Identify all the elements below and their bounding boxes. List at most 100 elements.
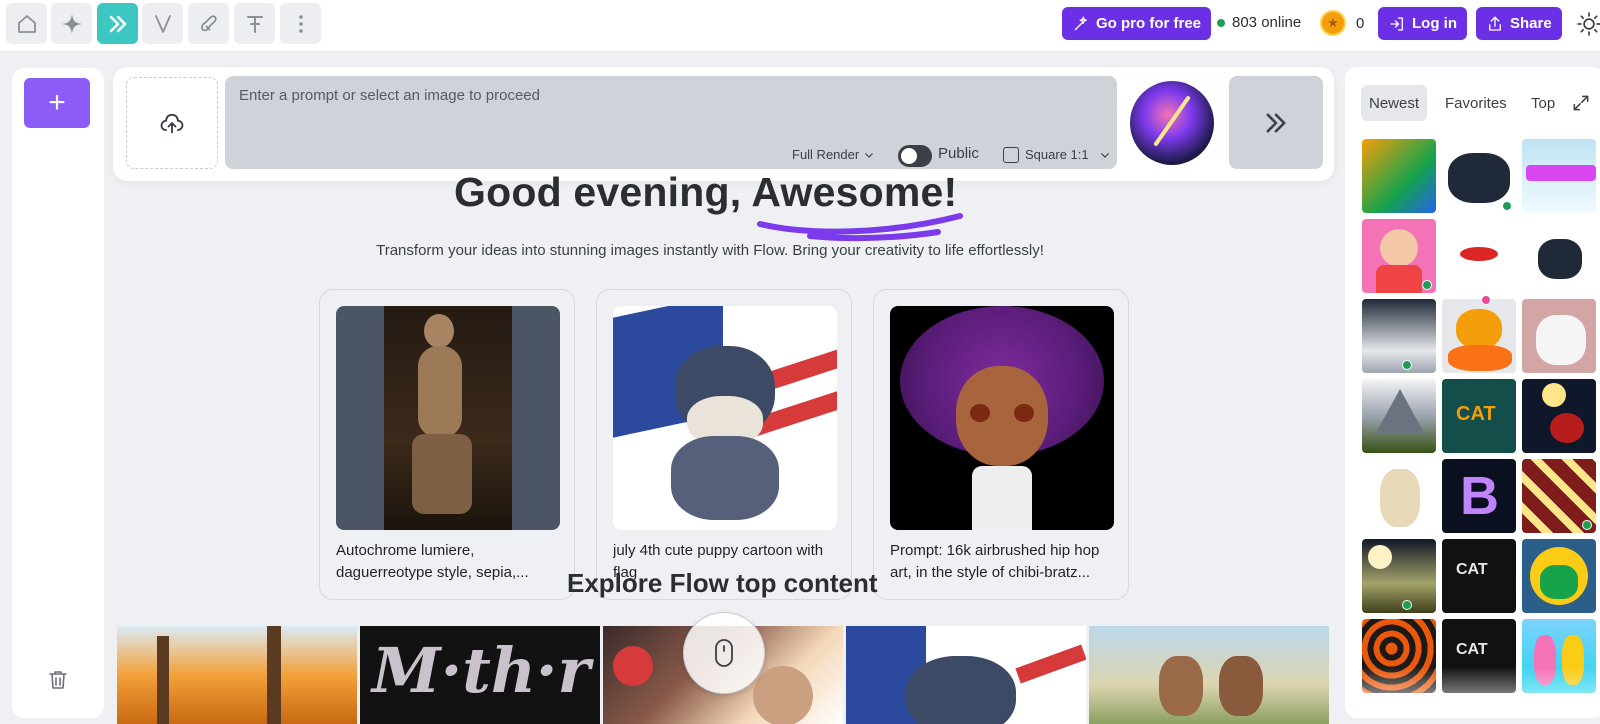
upload-image-button[interactable] (126, 77, 218, 169)
login-icon (1390, 16, 1403, 31)
sparkle-button[interactable] (51, 3, 92, 44)
share-icon (1489, 16, 1501, 31)
sparkle-icon (61, 13, 82, 34)
greeting-prefix: Good evening, (454, 169, 752, 215)
letter-b-art: B (1460, 466, 1499, 526)
top-content-image-1[interactable] (117, 626, 357, 724)
example-caption-1: Autochrome lumiere, daguerreotype style,… (336, 542, 529, 581)
gallery-image[interactable] (1362, 299, 1436, 373)
cat-text-art: CAT (1456, 403, 1496, 425)
gallery-image[interactable] (1362, 139, 1436, 213)
aspect-ratio-dropdown[interactable]: Square 1:1 (1025, 147, 1111, 162)
underline-scribble (757, 213, 963, 242)
left-panel: + (12, 68, 104, 718)
toggle-knob (901, 148, 917, 164)
cat-toys-text-art: CAT (1456, 561, 1488, 578)
go-pro-label: Go pro for free (1096, 15, 1202, 32)
gallery-image[interactable] (1522, 379, 1596, 453)
top-content-image-5[interactable] (1089, 626, 1329, 724)
scroll-hint[interactable] (683, 612, 765, 694)
expand-icon[interactable] (1571, 93, 1591, 113)
gallery-image[interactable] (1362, 379, 1436, 453)
share-label: Share (1510, 15, 1552, 32)
example-card-2[interactable]: july 4th cute puppy cartoon with flag (596, 289, 852, 600)
hand-brush-icon (200, 14, 217, 31)
top-content-image-4[interactable] (846, 626, 1086, 724)
favorite-heart-badge (1481, 295, 1491, 305)
render-mode-dropdown[interactable]: Full Render (792, 147, 875, 162)
top-content-image-2[interactable]: M·th·r (360, 626, 600, 724)
generate-button[interactable] (1229, 76, 1323, 169)
online-badge (1502, 201, 1512, 211)
aspect-label: Square 1:1 (1025, 147, 1089, 162)
coin-count: 0 (1356, 14, 1365, 32)
paint-tool-button[interactable] (188, 3, 229, 44)
v-tool-button[interactable] (142, 3, 183, 44)
example-image-3 (890, 306, 1114, 530)
magic-wand-icon (1074, 16, 1087, 30)
online-indicator: 803 online (1217, 14, 1301, 31)
text-tool-icon (246, 15, 263, 33)
new-project-button[interactable]: + (24, 78, 90, 128)
share-button[interactable]: Share (1476, 7, 1562, 40)
example-card-1[interactable]: Autochrome lumiere, daguerreotype style,… (319, 289, 575, 600)
gallery-image[interactable] (1522, 539, 1596, 613)
gallery-image[interactable] (1522, 219, 1596, 293)
explore-title: Explore Flow top content (567, 568, 878, 598)
example-image-1 (336, 306, 560, 530)
flow-button[interactable] (97, 3, 138, 44)
tab-newest[interactable]: Newest (1361, 85, 1428, 121)
home-button[interactable] (6, 3, 47, 44)
coin-icon: ★ (1320, 10, 1346, 36)
public-label: Public (938, 145, 979, 162)
v-letter-icon (154, 14, 171, 33)
example-card-3[interactable]: Prompt: 16k airbrushed hip hop art, in t… (873, 289, 1129, 600)
gallery-image[interactable] (1362, 539, 1436, 613)
double-chevron-icon (109, 15, 126, 32)
theme-toggle-sun-icon[interactable] (1576, 11, 1600, 37)
square-checkbox[interactable] (1003, 147, 1019, 163)
example-caption-3: Prompt: 16k airbrushed hip hop art, in t… (890, 542, 1100, 581)
chevron-down-icon (1100, 152, 1109, 158)
tab-favorites[interactable]: Favorites (1437, 85, 1515, 121)
right-panel: Newest Favorites Top CAT B CAT CAT (1345, 67, 1600, 718)
double-chevron-right-icon (1266, 113, 1286, 132)
top-bar: Go pro for free 803 online ★ 0 Log in Sh… (0, 0, 1600, 52)
gallery-image[interactable] (1522, 299, 1596, 373)
cloud-upload-icon (160, 113, 184, 134)
trash-icon[interactable] (46, 668, 70, 692)
gallery-fade (1345, 667, 1600, 718)
gallery-image[interactable] (1522, 139, 1596, 213)
glitter-text-art: M·th·r (372, 634, 591, 707)
more-vertical-icon (298, 14, 303, 33)
online-badge (1402, 600, 1412, 610)
gallery-image[interactable]: CAT (1442, 379, 1516, 453)
gallery-image[interactable]: CAT (1442, 539, 1516, 613)
plus-icon: + (48, 86, 66, 119)
online-badge (1582, 520, 1592, 530)
example-image-2 (613, 306, 837, 530)
go-pro-button[interactable]: Go pro for free (1062, 7, 1212, 40)
mouse-icon (715, 639, 733, 667)
tab-top[interactable]: Top (1523, 85, 1563, 121)
online-count: 803 online (1232, 14, 1302, 31)
gallery-image[interactable] (1442, 299, 1516, 373)
login-button[interactable]: Log in (1378, 7, 1467, 40)
model-avatar[interactable] (1130, 81, 1214, 165)
gallery-image[interactable]: B (1442, 459, 1516, 533)
online-badge (1422, 280, 1432, 290)
home-icon (17, 14, 36, 33)
more-button[interactable] (280, 3, 321, 44)
prompt-input[interactable]: Enter a prompt or select an image to pro… (225, 76, 1117, 169)
gallery-image[interactable] (1442, 219, 1516, 293)
prompt-placeholder: Enter a prompt or select an image to pro… (239, 87, 540, 104)
online-dot (1217, 18, 1225, 27)
gallery-image[interactable] (1362, 459, 1436, 533)
public-toggle[interactable] (898, 145, 932, 167)
chevron-down-icon (865, 152, 874, 158)
cat-loves-text-art: CAT (1456, 641, 1488, 658)
prompt-bar: Enter a prompt or select an image to pro… (113, 67, 1334, 181)
login-label: Log in (1412, 15, 1457, 32)
text-tool-button[interactable] (234, 3, 275, 44)
hero-subtitle: Transform your ideas into stunning image… (376, 242, 1044, 259)
